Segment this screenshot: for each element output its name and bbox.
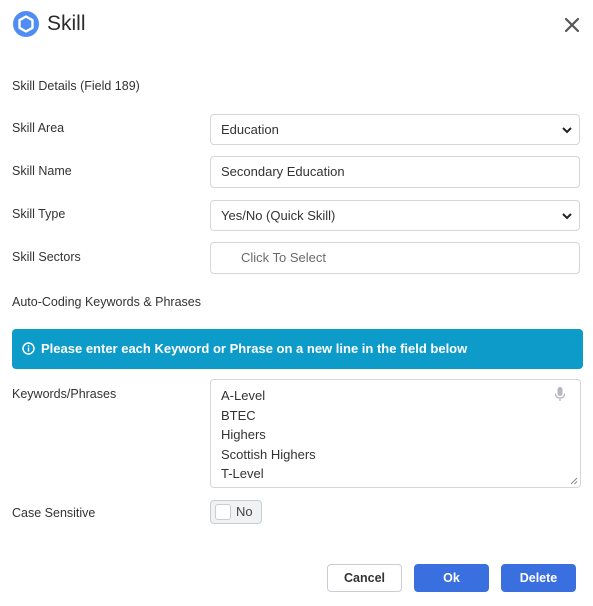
keyword-line: Highers: [221, 427, 266, 442]
info-banner: Please enter each Keyword or Phrase on a…: [12, 329, 583, 369]
info-icon: [22, 342, 35, 355]
resize-handle-icon[interactable]: [570, 477, 578, 485]
skill-area-label: Skill Area: [12, 121, 65, 135]
keyword-line: BTEC: [221, 407, 256, 423]
section-title: Skill Details (Field 189): [12, 79, 140, 93]
dialog-title: Skill: [47, 12, 86, 35]
case-sensitive-toggle[interactable]: No: [210, 500, 262, 524]
toggle-state: No: [236, 504, 253, 519]
skill-name-input[interactable]: Secondary Education: [210, 156, 580, 188]
app-logo-icon: [13, 11, 39, 37]
delete-button[interactable]: Delete: [501, 564, 576, 592]
skill-name-value: Secondary Education: [221, 164, 345, 179]
microphone-icon[interactable]: [554, 386, 566, 402]
toggle-knob: [215, 504, 231, 520]
case-sensitive-label: Case Sensitive: [12, 506, 96, 520]
skill-sectors-label: Skill Sectors: [12, 250, 81, 264]
keyword-line: T-Level: [221, 466, 264, 481]
keyword-line: A-Level: [221, 388, 266, 403]
ok-button[interactable]: Ok: [414, 564, 489, 592]
skill-sectors-input[interactable]: Click To Select: [210, 242, 580, 274]
skill-sectors-placeholder: Click To Select: [241, 250, 327, 265]
chevron-down-icon: [562, 127, 572, 134]
skill-area-select[interactable]: Education: [210, 114, 580, 145]
skill-area-value: Education: [221, 122, 279, 137]
skill-type-select[interactable]: Yes/No (Quick Skill): [210, 200, 580, 231]
info-banner-text: Please enter each Keyword or Phrase on a…: [41, 341, 468, 356]
keywords-textarea[interactable]: A-Level BTEC Highers Scottish Highers T-…: [210, 379, 581, 488]
chevron-down-icon: [562, 213, 572, 220]
skill-name-label: Skill Name: [12, 164, 72, 178]
skill-type-label: Skill Type: [12, 207, 66, 221]
skill-type-value: Yes/No (Quick Skill): [221, 208, 336, 223]
keywords-label: Keywords/Phrases: [12, 387, 117, 401]
cancel-button[interactable]: Cancel: [327, 564, 402, 592]
auto-coding-heading: Auto-Coding Keywords & Phrases: [12, 295, 201, 309]
close-icon[interactable]: [562, 15, 582, 35]
keyword-line: Scottish Highers: [221, 446, 316, 462]
